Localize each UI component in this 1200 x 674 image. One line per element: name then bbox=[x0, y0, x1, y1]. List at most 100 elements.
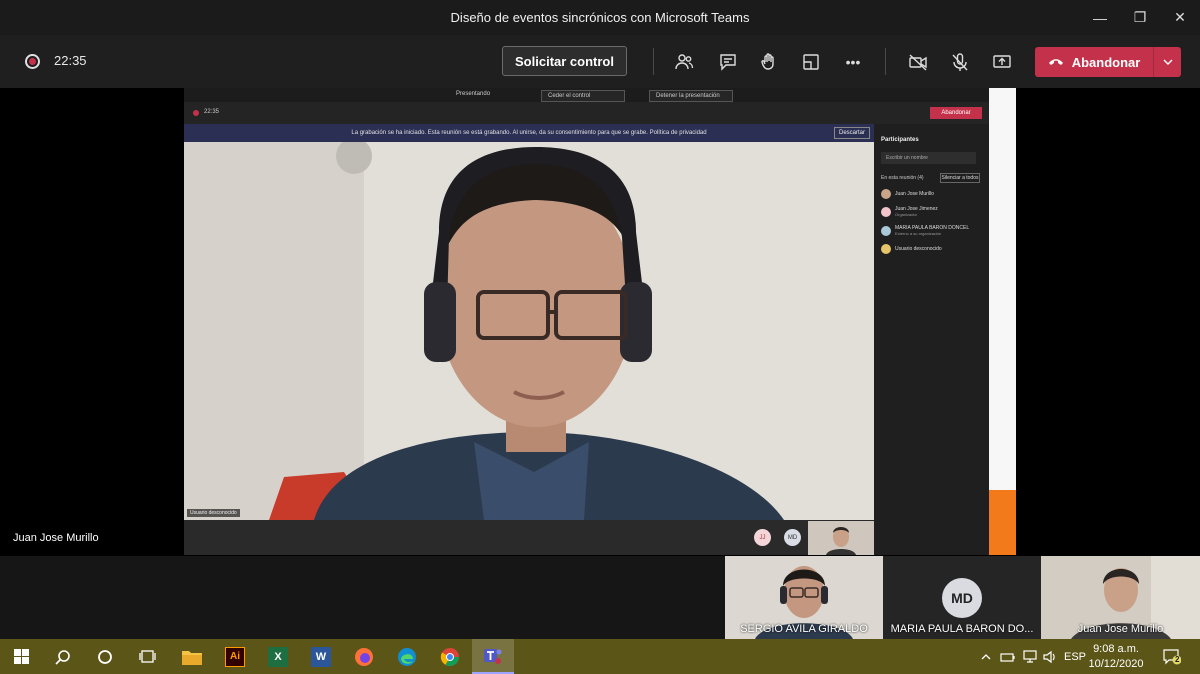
participant-tile-name: SERGIO AVILA GIRALDO bbox=[740, 623, 868, 635]
participant-role: Externo a su organización bbox=[895, 231, 942, 236]
chrome-icon[interactable] bbox=[429, 639, 471, 674]
leave-main[interactable]: Abandonar bbox=[1035, 47, 1153, 77]
illustrator-icon[interactable]: Ai bbox=[214, 639, 256, 674]
participant-tiles: SERGIO AVILA GIRALDO MD MARIA PAULA BARO… bbox=[0, 556, 1200, 639]
mute-all-button[interactable]: Silenciar a todos bbox=[940, 173, 980, 183]
clock-date: 10/12/2020 bbox=[1088, 658, 1144, 670]
search-icon[interactable] bbox=[42, 639, 84, 674]
file-explorer-icon[interactable] bbox=[171, 639, 213, 674]
participant-tile[interactable]: Juan Jose Murillo bbox=[1041, 556, 1200, 639]
notification-count: 2 bbox=[1175, 655, 1180, 664]
participant-bubble: MD bbox=[784, 529, 801, 546]
banner-dismiss-button[interactable]: Descartar bbox=[834, 127, 870, 139]
battery-icon[interactable] bbox=[998, 639, 1018, 674]
excel-icon[interactable]: X bbox=[257, 639, 299, 674]
participant-video: Usuario desconocido bbox=[184, 142, 874, 520]
inner-meeting-bar: 22:35 bbox=[184, 102, 989, 124]
meeting-toolbar: 22:35 Solicitar control ••• Abandonar bbox=[0, 35, 1200, 88]
give-control-select[interactable]: Ceder el control bbox=[541, 90, 625, 102]
clock-time: 9:08 a.m. bbox=[1093, 643, 1139, 655]
language-indicator[interactable]: ESP bbox=[1062, 639, 1088, 674]
camera-off-icon[interactable] bbox=[905, 49, 931, 75]
background-window-accent bbox=[989, 490, 1016, 555]
raise-hand-icon[interactable] bbox=[756, 49, 782, 75]
presenting-bar: Presentando Ceder el control Detener la … bbox=[184, 88, 1016, 102]
avatar bbox=[881, 189, 891, 199]
leave-button[interactable]: Abandonar bbox=[1035, 47, 1181, 77]
leave-label: Abandonar bbox=[1071, 54, 1141, 70]
window-title: Diseño de eventos sincrónicos con Micros… bbox=[450, 10, 750, 25]
share-screen-icon[interactable] bbox=[989, 49, 1015, 75]
panel-title: Participantes bbox=[881, 137, 919, 143]
minimize-button[interactable]: — bbox=[1080, 0, 1120, 35]
mic-off-icon[interactable] bbox=[947, 49, 973, 75]
more-options-button[interactable]: ••• bbox=[840, 49, 866, 75]
participant-bubble: JJ bbox=[754, 529, 771, 546]
task-view-icon[interactable] bbox=[126, 639, 168, 674]
excel-label: X bbox=[268, 646, 288, 667]
teams-icon[interactable] bbox=[472, 639, 514, 674]
window-title-bar: Diseño de eventos sincrónicos con Micros… bbox=[0, 0, 1200, 35]
participant-item[interactable]: Juan Jose Jimenez Organizador bbox=[881, 205, 981, 219]
recording-icon bbox=[25, 54, 40, 69]
phone-hangup-icon bbox=[1048, 59, 1063, 65]
leave-dropdown[interactable] bbox=[1153, 47, 1181, 77]
windows-taskbar: Ai X W ESP 9:08 a.m. 10/12/2020 2 bbox=[0, 639, 1200, 674]
recording-banner: La grabación se ha iniciado. Esta reunió… bbox=[184, 124, 874, 142]
background-window bbox=[989, 88, 1016, 490]
inner-recording-icon bbox=[193, 110, 199, 116]
request-control-button[interactable]: Solicitar control bbox=[502, 46, 627, 76]
person-video-image bbox=[184, 142, 874, 520]
start-icon[interactable] bbox=[0, 639, 42, 674]
participant-name: Juan Jose Murillo bbox=[895, 191, 934, 197]
restore-button[interactable]: ❐ bbox=[1120, 0, 1160, 35]
self-preview-video bbox=[808, 521, 874, 555]
participant-name: Juan Jose Jimenez Organizador bbox=[895, 206, 938, 218]
notifications-icon[interactable]: 2 bbox=[1158, 639, 1186, 674]
participant-tile-name: MARIA PAULA BARON DO... bbox=[890, 623, 1034, 635]
stop-presenting-button[interactable]: Detener la presentación bbox=[649, 90, 733, 102]
participant-item[interactable]: MARIA PAULA BARON DONCEL Externo a su org… bbox=[881, 224, 981, 238]
avatar bbox=[881, 207, 891, 217]
edge-icon[interactable] bbox=[386, 639, 428, 674]
shared-screen: Presentando Ceder el control Detener la … bbox=[184, 88, 1016, 555]
chevron-down-icon bbox=[1163, 59, 1172, 65]
window-controls: — ❐ ✕ bbox=[1080, 0, 1200, 35]
video-label: Usuario desconocido bbox=[187, 509, 240, 517]
participant-tile[interactable]: SERGIO AVILA GIRALDO bbox=[725, 556, 883, 639]
participant-name: Usuario desconocido bbox=[895, 246, 942, 252]
word-label: W bbox=[311, 646, 331, 667]
presenter-name: Juan Jose Murillo bbox=[13, 532, 99, 544]
rooms-icon[interactable] bbox=[798, 49, 824, 75]
participants-icon[interactable] bbox=[671, 49, 697, 75]
volume-icon[interactable] bbox=[1040, 639, 1060, 674]
participants-panel: Participantes Escribir un nombre En esta… bbox=[874, 124, 989, 555]
illustrator-label: Ai bbox=[225, 646, 245, 667]
avatar bbox=[881, 244, 891, 254]
avatar: MD bbox=[942, 578, 982, 618]
participant-tile-name: Juan Jose Murillo bbox=[1077, 623, 1164, 635]
taskbar-clock[interactable]: 9:08 a.m. 10/12/2020 bbox=[1086, 642, 1146, 672]
word-icon[interactable]: W bbox=[300, 639, 342, 674]
participant-role: Organizador bbox=[895, 212, 918, 217]
avatar bbox=[881, 226, 891, 236]
toolbar-divider bbox=[885, 48, 886, 75]
participant-item[interactable]: Juan Jose Murillo bbox=[881, 187, 981, 201]
inner-leave-button[interactable]: Abandonar bbox=[930, 107, 982, 119]
firefox-icon[interactable] bbox=[343, 639, 385, 674]
participants-section-header: En esta reunión (4) bbox=[881, 175, 924, 181]
participant-search-input[interactable]: Escribir un nombre bbox=[881, 152, 976, 164]
meeting-stage: Juan Jose Murillo Presentando Ceder el c… bbox=[0, 88, 1200, 556]
meeting-timer: 22:35 bbox=[54, 53, 87, 68]
participant-item[interactable]: Usuario desconocido bbox=[881, 242, 981, 256]
inner-timer: 22:35 bbox=[204, 109, 220, 115]
cortana-icon[interactable] bbox=[84, 639, 126, 674]
tray-chevron-icon[interactable] bbox=[978, 639, 994, 674]
presenting-label: Presentando bbox=[456, 91, 491, 97]
network-icon[interactable] bbox=[1020, 639, 1040, 674]
participant-tile[interactable]: MD MARIA PAULA BARON DO... bbox=[883, 556, 1041, 639]
close-button[interactable]: ✕ bbox=[1160, 0, 1200, 35]
chat-icon[interactable] bbox=[715, 49, 741, 75]
self-preview-image bbox=[808, 521, 874, 555]
participant-name: MARIA PAULA BARON DONCEL Externo a su org… bbox=[895, 225, 969, 237]
